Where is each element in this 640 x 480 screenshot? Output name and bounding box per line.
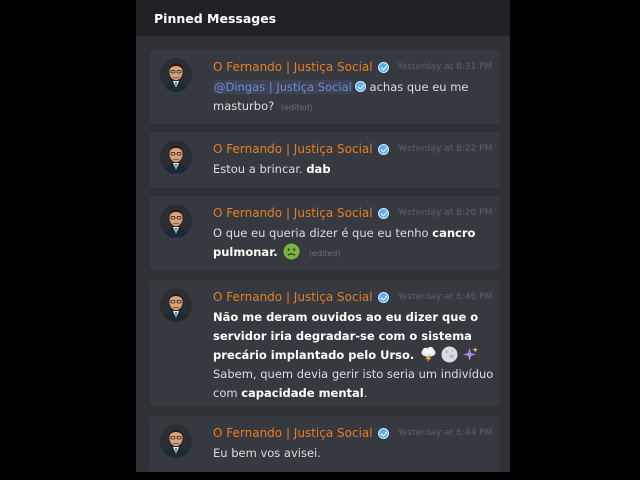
verified-icon	[377, 291, 389, 303]
message-text: @Dingas | Justiça Social achas que eu me…	[213, 80, 469, 113]
edited-label: (edited)	[280, 103, 313, 112]
full-moon-icon	[441, 346, 458, 363]
author-name[interactable]: O Fernando | Justiça Social	[213, 426, 373, 440]
author-name[interactable]: O Fernando | Justiça Social	[213, 206, 373, 220]
edited-label: (edited)	[308, 249, 341, 258]
pinned-messages-panel: Pinned Messages O Fernando | Justiça Soc…	[136, 0, 510, 472]
timestamp: Yesterday at 8:31 PM	[397, 62, 493, 72]
author-name[interactable]: O Fernando | Justiça Social	[213, 142, 373, 156]
avatar[interactable]	[160, 204, 192, 238]
pinned-message[interactable]: O Fernando | Justiça Social Yesterday at…	[150, 50, 500, 124]
pinned-message[interactable]: O Fernando | Justiça Social Yesterday at…	[150, 416, 500, 472]
timestamp: Yesterday at 8:22 PM	[397, 144, 493, 154]
message-text: Eu bem vos avisei.	[213, 446, 321, 460]
author-name[interactable]: O Fernando | Justiça Social	[213, 290, 373, 304]
pinned-message[interactable]: O Fernando | Justiça Social Yesterday at…	[150, 132, 500, 188]
verified-icon	[377, 427, 389, 439]
message-text: Estou a brincar. dab	[213, 162, 331, 176]
verified-icon	[377, 61, 389, 73]
pinned-message[interactable]: O Fernando | Justiça Social Yesterday at…	[150, 196, 500, 270]
timestamp: Yesterday at 8:20 PM	[397, 208, 493, 218]
verified-icon	[354, 81, 366, 92]
author-name[interactable]: O Fernando | Justiça Social	[213, 60, 373, 74]
avatar[interactable]	[160, 288, 192, 322]
panel-header: Pinned Messages	[136, 0, 510, 36]
thunder-cloud-icon	[421, 346, 436, 363]
nauseated-face-icon	[283, 243, 300, 260]
avatar[interactable]	[160, 424, 192, 458]
message-text: Não me deram ouvidos ao eu dizer que o s…	[213, 310, 494, 400]
timestamp: Yesterday at 6:44 PM	[397, 428, 493, 438]
avatar[interactable]	[160, 58, 192, 92]
sparkles-icon	[462, 346, 478, 362]
user-mention[interactable]: @Dingas | Justiça Social	[213, 80, 353, 94]
verified-icon	[377, 143, 389, 155]
message-text: O que eu queria dizer é que eu tenho can…	[213, 226, 476, 260]
avatar[interactable]	[160, 140, 192, 174]
verified-icon	[377, 207, 389, 219]
panel-title: Pinned Messages	[154, 10, 277, 26]
timestamp: Yesterday at 6:46 PM	[397, 292, 493, 302]
pinned-message[interactable]: O Fernando | Justiça Social Yesterday at…	[150, 280, 500, 406]
